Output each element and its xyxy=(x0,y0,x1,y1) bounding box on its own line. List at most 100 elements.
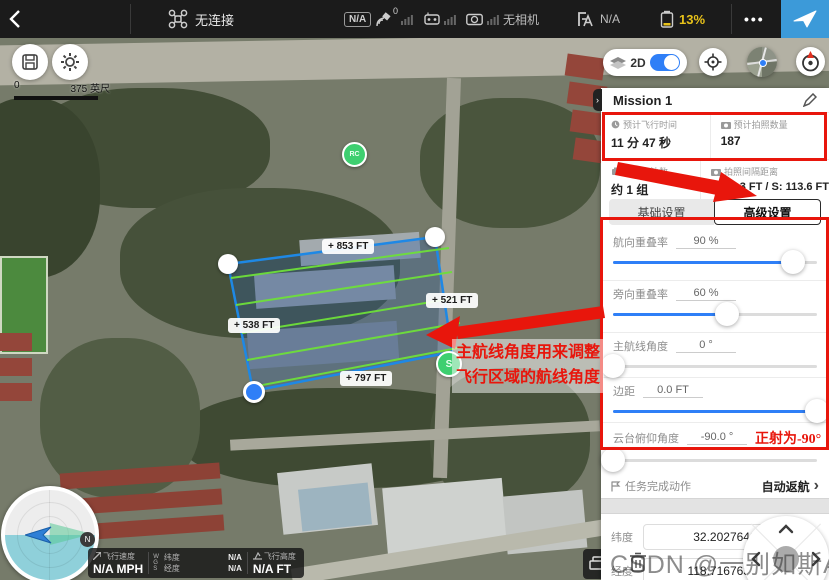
slider-track[interactable] xyxy=(613,459,817,462)
gimbal-annotation-text: 正射为-90° xyxy=(755,428,821,448)
panel-collapse-handle[interactable]: › xyxy=(593,89,602,111)
camera-settings-button[interactable] xyxy=(52,44,88,80)
locate-button[interactable] xyxy=(699,48,727,76)
camera-icon xyxy=(466,13,483,26)
rc-status xyxy=(424,0,456,38)
battery-icon xyxy=(660,10,674,28)
slider-track[interactable] xyxy=(613,261,817,264)
slider-track[interactable] xyxy=(613,365,817,368)
minimap-button[interactable] xyxy=(747,47,777,77)
mode-badge-label: N/A xyxy=(344,12,371,27)
more-dots-icon: ••• xyxy=(744,11,765,27)
map-2d-switch[interactable] xyxy=(650,54,680,71)
slider-track[interactable] xyxy=(613,410,817,413)
slider-thumb[interactable] xyxy=(601,354,625,378)
aircraft-arrow-icon xyxy=(25,523,55,547)
scale-bar xyxy=(14,96,98,100)
north-indicator: N xyxy=(80,532,95,547)
slider-thumb[interactable] xyxy=(781,250,805,274)
status-bar: 无连接 N/A 0 xyxy=(0,0,829,38)
signal-bars-icon xyxy=(401,13,413,25)
app-window: S RC + 853 FT + 521 FT + 538 FT + 797 FT… xyxy=(0,0,829,580)
photo-icon xyxy=(721,121,731,129)
slider-value-input[interactable]: -90.0 ° xyxy=(687,431,747,445)
slider-gimbal-pitch: 云台俯仰角度 -90.0 ° 正射为-90° xyxy=(601,423,829,474)
speed-arrow-icon xyxy=(93,552,101,560)
tele-lng-label: 经度 xyxy=(164,563,180,574)
watermark: CSDN @一别如斯AA xyxy=(610,545,829,580)
altitude-label: 飞行高度 xyxy=(264,551,296,562)
polygon-handle-topleft[interactable] xyxy=(218,254,238,274)
finish-action-value: 自动返航 xyxy=(762,478,810,495)
slider-label: 云台俯仰角度 xyxy=(613,430,679,446)
mission-title: Mission 1 xyxy=(613,93,672,108)
map-mode-toggle[interactable]: 2D xyxy=(603,49,687,76)
mission-stats-row1: 预计飞行时间 11 分 47 秒 预计拍照数量 187 xyxy=(601,113,829,160)
drone-icon xyxy=(168,9,188,29)
edit-pencil-icon[interactable] xyxy=(803,93,817,107)
save-mission-button[interactable] xyxy=(12,44,48,80)
tab-advanced-settings[interactable]: 高级设置 xyxy=(714,199,821,225)
tab-basic-settings[interactable]: 基础设置 xyxy=(609,199,714,225)
save-icon xyxy=(21,53,39,71)
slider-margin: 边距 0.0 FT xyxy=(601,378,829,423)
polygon-handle-topright[interactable] xyxy=(425,227,445,247)
battery-percent: 13% xyxy=(679,12,705,27)
polygon-handle-bottomleft[interactable] xyxy=(243,381,265,403)
compass-icon xyxy=(799,50,822,73)
signal-bars-icon xyxy=(487,13,499,25)
tele-lng-value: N/A xyxy=(228,563,242,574)
takeoff-button[interactable] xyxy=(781,0,829,38)
slider-value-input[interactable]: 0.0 FT xyxy=(643,384,703,398)
clock-icon xyxy=(611,120,620,129)
flight-mode-status: N/A xyxy=(576,0,620,38)
section-divider xyxy=(601,498,829,514)
mission-stats-row2: 所需电池数 约 1 组 拍照间隔距离 F: 21.3 FT / S: 113.6… xyxy=(601,160,829,193)
flight-mode-value: N/A xyxy=(600,12,620,26)
more-menu-button[interactable]: ••• xyxy=(744,0,765,38)
flag-icon xyxy=(611,481,621,492)
slider-label: 边距 xyxy=(613,383,635,399)
finish-action-row[interactable]: 任务完成动作 自动返航 › xyxy=(601,474,829,498)
mode-badge: N/A xyxy=(344,0,371,38)
settings-tabs: 基础设置 高级设置 xyxy=(609,199,821,225)
tele-lat-label: 纬度 xyxy=(164,552,180,563)
aircraft-connection-status: 无连接 xyxy=(168,0,234,38)
slider-label: 主航线角度 xyxy=(613,338,668,354)
stat-photo-count: 预计拍照数量 187 xyxy=(710,113,829,159)
remote-controller-icon xyxy=(424,12,440,26)
slider-thumb[interactable] xyxy=(805,399,829,423)
slider-track[interactable] xyxy=(613,313,817,316)
photo-interval-icon xyxy=(711,168,721,176)
stat-battery-count: 所需电池数 约 1 组 xyxy=(601,160,700,203)
telemetry-bar: 飞行速度 N/A MPH WGS 纬度N/A 经度N/A 飞行高度 N/A FT xyxy=(88,548,304,578)
airplane-icon xyxy=(793,9,817,29)
edge-length-left: + 538 FT xyxy=(228,318,280,333)
stat-photo-interval: 拍照间隔距离 F: 21.3 FT / S: 113.6 FT xyxy=(700,160,829,203)
slider-side-overlap: 旁向重叠率 60 % xyxy=(601,281,829,333)
scale-end: 375 英尺 xyxy=(71,80,110,95)
wgs-datum: WGS xyxy=(149,548,159,578)
stat-flight-time: 预计飞行时间 11 分 47 秒 xyxy=(601,113,710,159)
slider-value-input[interactable]: 90 % xyxy=(676,235,736,249)
collapse-chevron-icon: › xyxy=(596,95,599,105)
rc-location-marker[interactable]: RC xyxy=(342,142,367,167)
rc-marker-label: RC xyxy=(349,151,359,158)
latitude-label: 纬度 xyxy=(611,529,637,545)
telemetry-speed: 飞行速度 N/A MPH xyxy=(88,548,148,578)
compass-reset-button[interactable] xyxy=(796,47,825,76)
back-button[interactable] xyxy=(8,0,22,38)
scale-start: 0 xyxy=(14,80,20,95)
telemetry-coords: 纬度N/A 经度N/A xyxy=(159,548,247,578)
slider-value-input[interactable]: 60 % xyxy=(676,287,736,301)
map-annotation-callout: 主航线角度用来调整 飞行区域的航线角度 xyxy=(452,339,604,393)
finish-action-label: 任务完成动作 xyxy=(625,478,691,494)
slider-label: 旁向重叠率 xyxy=(613,286,668,302)
slider-thumb[interactable] xyxy=(715,302,739,326)
slider-thumb[interactable] xyxy=(601,448,625,472)
slider-value-input[interactable]: 0 ° xyxy=(676,339,736,353)
connection-status-label: 无连接 xyxy=(195,10,234,29)
mission-header: Mission 1 xyxy=(601,88,829,113)
battery-small-icon xyxy=(611,167,620,176)
speed-value: N/A MPH xyxy=(93,562,143,576)
